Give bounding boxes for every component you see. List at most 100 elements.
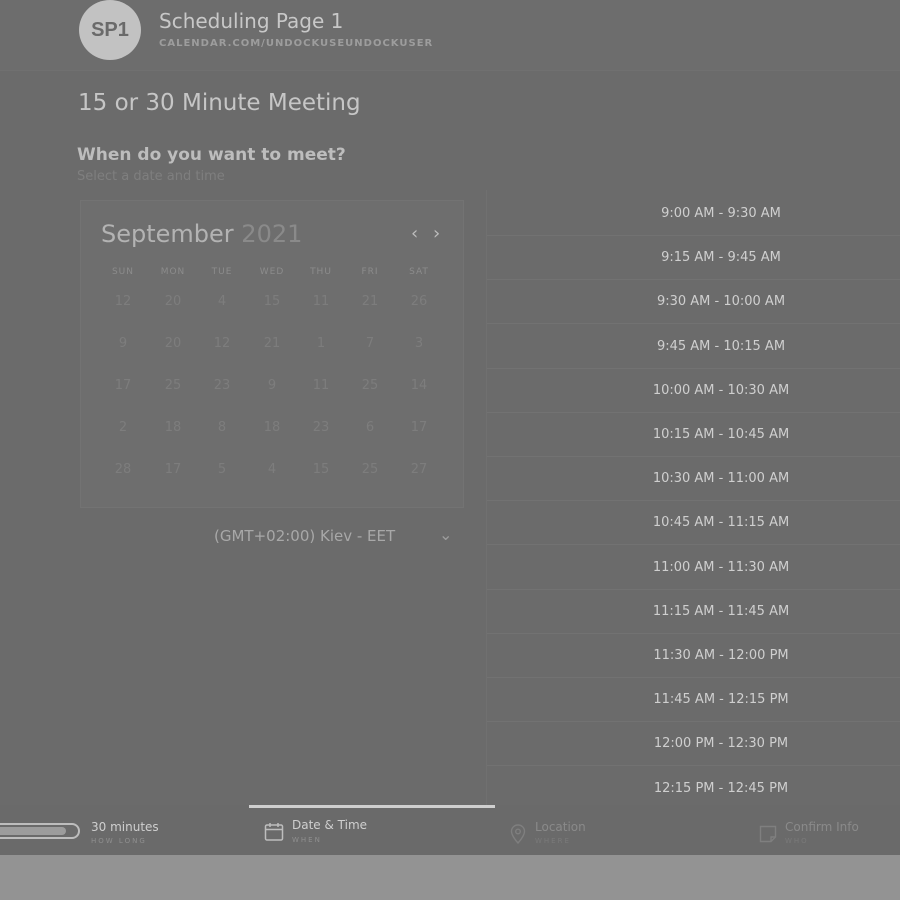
weekday-label: SUN — [111, 267, 135, 277]
step-datetime-title[interactable]: Date & Time — [292, 818, 367, 832]
calendar-day[interactable]: 4 — [252, 462, 292, 477]
calendar-day[interactable]: 8 — [202, 420, 242, 435]
calendar-day[interactable]: 23 — [301, 420, 341, 435]
time-slot[interactable]: 11:15 AM - 11:45 AM — [487, 590, 900, 634]
previous-month-icon[interactable]: ‹ — [411, 223, 418, 244]
calendar-day[interactable]: 25 — [153, 378, 193, 393]
calendar-day[interactable]: 12 — [202, 336, 242, 351]
step-confirm-title[interactable]: Confirm Info — [785, 820, 859, 834]
time-slot-label: 12:15 PM - 12:45 PM — [653, 780, 789, 796]
year-label: 2021 — [241, 220, 303, 248]
time-slot-label: 11:00 AM - 11:30 AM — [652, 559, 790, 575]
step-location-title[interactable]: Location — [535, 820, 586, 834]
calendar-day[interactable]: 18 — [252, 420, 292, 435]
calendar-day[interactable]: 21 — [350, 294, 390, 309]
calendar-day[interactable]: 15 — [252, 294, 292, 309]
calendar-day[interactable]: 17 — [399, 420, 439, 435]
calendar-icon — [264, 823, 284, 841]
calendar-day[interactable]: 3 — [399, 336, 439, 351]
step-duration-sub: HOW LONG — [91, 837, 147, 845]
step-duration-title[interactable]: 30 minutes — [91, 820, 159, 834]
calendar-day[interactable]: 12 — [103, 294, 143, 309]
time-slot-label: 10:15 AM - 10:45 AM — [652, 427, 790, 442]
time-slot[interactable]: 12:00 PM - 12:30 PM — [487, 722, 900, 767]
time-slot-label: 11:45 AM - 12:15 PM — [653, 692, 789, 708]
time-slot[interactable]: 10:30 AM - 11:00 AM — [487, 457, 900, 502]
weekday-label: SAT — [409, 267, 429, 277]
step-datetime-sub: WHEN — [292, 836, 322, 844]
time-slot-label: 12:00 PM - 12:30 PM — [653, 736, 789, 752]
weekday-label: TUE — [211, 267, 233, 277]
timezone-select[interactable]: (GMT+02:00) Kiev - EET — [214, 527, 395, 545]
scheduling-page-url[interactable]: CALENDAR.COM/UNDOCKUSEUNDOCKUSER — [159, 38, 433, 49]
step-confirm-sub: WHO — [785, 837, 809, 845]
calendar-day[interactable]: 26 — [399, 294, 439, 309]
time-slot[interactable]: 9:30 AM - 10:00 AM — [487, 280, 900, 325]
calendar-day[interactable]: 21 — [252, 336, 292, 351]
time-slot[interactable]: 11:45 AM - 12:15 PM — [487, 678, 900, 723]
time-slot-label: 10:30 AM - 11:00 AM — [652, 471, 790, 487]
calendar-day[interactable]: 11 — [301, 294, 341, 309]
time-slot[interactable]: 10:15 AM - 10:45 AM — [487, 413, 900, 457]
calendar-day[interactable]: 18 — [153, 420, 193, 435]
duration-pill-icon — [0, 823, 80, 839]
calendar-day[interactable]: 11 — [301, 378, 341, 393]
time-slot[interactable]: 9:15 AM - 9:45 AM — [487, 236, 900, 281]
calendar-day[interactable]: 28 — [103, 462, 143, 477]
time-slot[interactable]: 10:00 AM - 10:30 AM — [487, 369, 900, 413]
calendar-panel: September 2021 ‹ › SUN MON TUE WED THU FRI SAT… — [80, 200, 464, 508]
month-year-label: September 2021 — [101, 220, 302, 248]
calendar-day[interactable]: 9 — [252, 378, 292, 393]
time-slot-label: 9:45 AM - 10:15 AM — [656, 338, 786, 354]
calendar-day[interactable]: 20 — [153, 294, 193, 309]
note-icon — [759, 825, 777, 843]
header-bar: SP1 Scheduling Page 1 CALENDAR.COM/UNDOC… — [0, 0, 900, 71]
time-slot[interactable]: 10:45 AM - 11:15 AM — [487, 501, 900, 546]
time-slot-list: 9:00 AM - 9:30 AM 9:15 AM - 9:45 AM 9:30 A… — [486, 190, 900, 811]
calendar-day[interactable]: 7 — [350, 336, 390, 351]
time-slot-label: 9:00 AM - 9:30 AM — [661, 206, 781, 221]
location-pin-icon — [510, 824, 526, 844]
time-slot[interactable]: 12:15 PM - 12:45 PM — [487, 767, 900, 811]
weekday-label: THU — [310, 267, 332, 277]
calendar-day[interactable]: 6 — [350, 420, 390, 435]
meeting-title: 15 or 30 Minute Meeting — [78, 90, 361, 116]
time-slot-label: 10:45 AM - 11:15 AM — [652, 515, 790, 531]
bottom-band — [0, 855, 900, 900]
calendar-day[interactable]: 25 — [350, 378, 390, 393]
question-hint: Select a date and time — [77, 169, 225, 184]
time-slot-label: 9:30 AM - 10:00 AM — [656, 294, 786, 310]
time-slot[interactable]: 9:00 AM - 9:30 AM — [487, 192, 900, 236]
month-label: September — [101, 220, 234, 248]
question-heading: When do you want to meet? — [77, 145, 346, 165]
calendar-day[interactable]: 1 — [301, 336, 341, 351]
duration-pill-fill — [0, 827, 66, 835]
calendar-day[interactable]: 5 — [202, 462, 242, 477]
weekday-label: MON — [160, 267, 186, 277]
calendar-day[interactable]: 23 — [202, 378, 242, 393]
time-slot[interactable]: 9:45 AM - 10:15 AM — [487, 325, 900, 369]
calendar-day[interactable]: 25 — [350, 462, 390, 477]
calendar-day[interactable]: 2 — [103, 420, 143, 435]
step-location-sub: WHERE — [535, 837, 571, 845]
calendar-day[interactable]: 9 — [103, 336, 143, 351]
time-slot-label: 11:15 AM - 11:45 AM — [652, 603, 790, 619]
active-step-indicator — [249, 805, 495, 808]
weekday-label: FRI — [361, 267, 379, 277]
calendar-day[interactable]: 4 — [202, 294, 242, 309]
time-slot[interactable]: 11:00 AM - 11:30 AM — [487, 546, 900, 590]
calendar-day[interactable]: 27 — [399, 462, 439, 477]
step-progress-footer: 30 minutes HOW LONG Date & Time WHEN Loc… — [0, 805, 900, 855]
avatar: SP1 — [79, 0, 141, 60]
next-month-icon[interactable]: › — [433, 223, 440, 244]
calendar-day[interactable]: 20 — [153, 336, 193, 351]
calendar-day[interactable]: 15 — [301, 462, 341, 477]
calendar-day[interactable]: 14 — [399, 378, 439, 393]
chevron-down-icon[interactable]: ⌄ — [439, 525, 452, 544]
time-slot[interactable]: 11:30 AM - 12:00 PM — [487, 634, 900, 678]
time-slot-label: 10:00 AM - 10:30 AM — [652, 382, 790, 398]
calendar-day[interactable]: 17 — [103, 378, 143, 393]
scheduling-page-name: Scheduling Page 1 — [159, 9, 344, 33]
calendar-day[interactable]: 17 — [153, 462, 193, 477]
weekday-label: WED — [259, 267, 285, 277]
